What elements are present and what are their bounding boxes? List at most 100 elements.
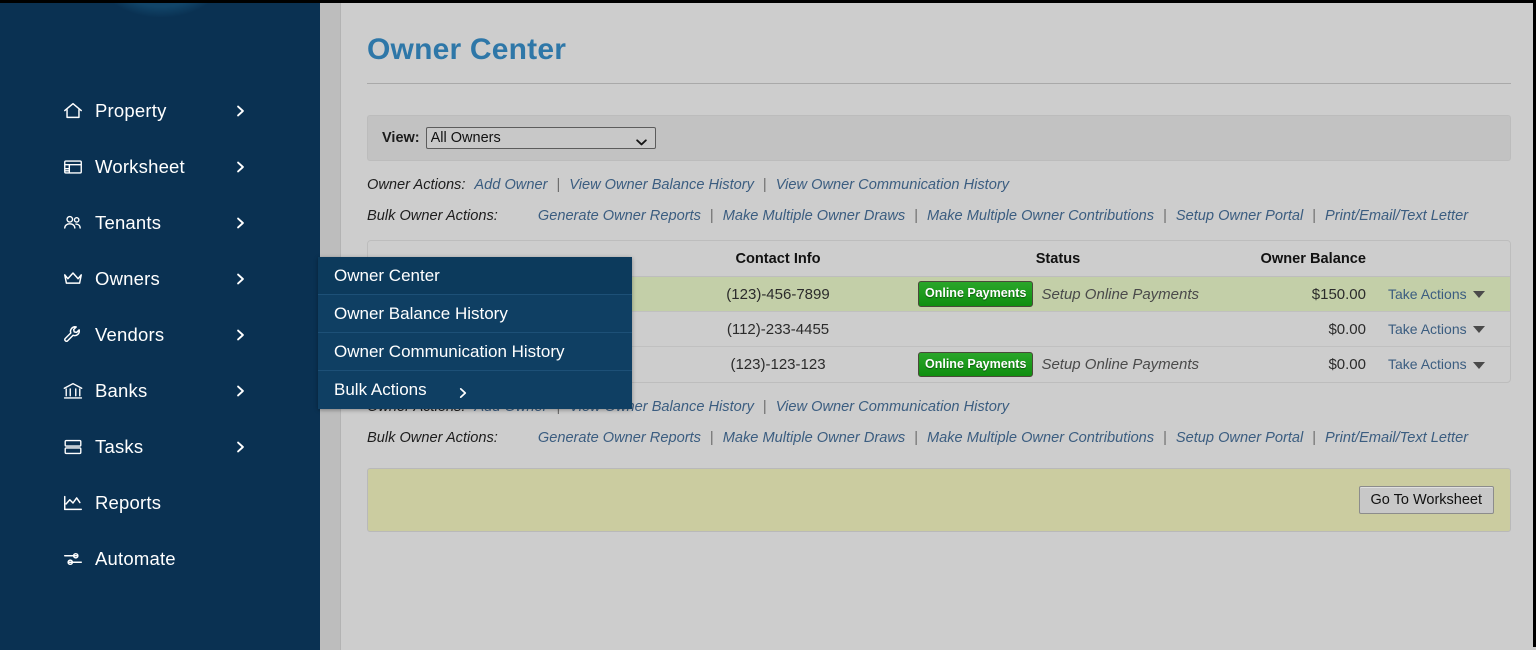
owner-status: Online Payments Setup Online Payments [908, 281, 1208, 307]
print-email-text-letter-link[interactable]: Print/Email/Text Letter [1325, 430, 1468, 446]
caret-down-icon [1473, 326, 1485, 333]
crown-icon [62, 268, 84, 290]
separator: | [710, 208, 714, 224]
bulk-owner-actions-row-top: Bulk Owner Actions: Generate Owner Repor… [367, 208, 1511, 224]
sidebar-item-property[interactable]: Property [0, 83, 320, 139]
generate-owner-reports-link[interactable]: Generate Owner Reports [538, 208, 701, 224]
owner-contact: (123)-123-123 [648, 356, 908, 373]
tasks-icon [62, 436, 84, 458]
view-owner-balance-history-link[interactable]: View Owner Balance History [569, 177, 754, 193]
generate-owner-reports-link[interactable]: Generate Owner Reports [538, 430, 701, 446]
chevron-right-icon [234, 161, 247, 174]
sidebar-item-tasks[interactable]: Tasks [0, 419, 320, 475]
make-multiple-owner-contributions-link[interactable]: Make Multiple Owner Contributions [927, 430, 1154, 446]
column-header-contact: Contact Info [648, 251, 908, 267]
sidebar-item-label: Tasks [95, 436, 143, 458]
sidebar-nav: Property Worksheet Tenants [0, 83, 320, 587]
chevron-right-icon [457, 384, 469, 396]
take-actions-label: Take Actions [1388, 321, 1467, 337]
owner-balance: $0.00 [1208, 356, 1380, 373]
view-label: View: [382, 130, 420, 146]
separator: | [1163, 208, 1167, 224]
sidebar-item-label: Vendors [95, 324, 164, 346]
view-select-wrapper: All Owners [426, 127, 656, 149]
owner-contact: (112)-233-4455 [648, 321, 908, 338]
column-header-balance: Owner Balance [1208, 251, 1380, 267]
online-payments-badge[interactable]: Online Payments [918, 352, 1033, 378]
sidebar-item-label: Tenants [95, 212, 161, 234]
online-payments-badge[interactable]: Online Payments [918, 281, 1033, 307]
sidebar-item-label: Automate [95, 548, 176, 570]
column-header-status: Status [908, 251, 1208, 267]
separator: | [1312, 430, 1316, 446]
owner-status: Online Payments Setup Online Payments [908, 352, 1208, 378]
make-multiple-owner-draws-link[interactable]: Make Multiple Owner Draws [723, 208, 905, 224]
sidebar-item-label: Worksheet [95, 156, 185, 178]
separator: | [556, 177, 560, 193]
make-multiple-owner-draws-link[interactable]: Make Multiple Owner Draws [723, 430, 905, 446]
wrench-icon [62, 324, 84, 346]
add-owner-link[interactable]: Add Owner [474, 177, 547, 193]
sidebar-item-owners[interactable]: Owners [0, 251, 320, 307]
bulk-owner-actions-label: Bulk Owner Actions: [367, 430, 498, 446]
view-owner-communication-history-link[interactable]: View Owner Communication History [776, 177, 1009, 193]
flyout-item-owner-balance-history[interactable]: Owner Balance History [318, 295, 632, 333]
flyout-item-label: Owner Balance History [334, 304, 508, 324]
sidebar-item-label: Banks [95, 380, 147, 402]
flyout-item-label: Owner Communication History [334, 342, 565, 362]
caret-down-icon [1473, 362, 1485, 369]
take-actions-dropdown[interactable]: Take Actions [1380, 286, 1510, 303]
sidebar-item-tenants[interactable]: Tenants [0, 195, 320, 251]
logo-arc-icon [96, 3, 226, 17]
sliders-icon [62, 548, 84, 570]
print-email-text-letter-link[interactable]: Print/Email/Text Letter [1325, 208, 1468, 224]
owner-balance: $0.00 [1208, 321, 1380, 338]
chevron-right-icon [234, 385, 247, 398]
owner-balance: $150.00 [1208, 286, 1380, 303]
app-window: Property Worksheet Tenants [0, 0, 1536, 647]
caret-down-icon [1473, 291, 1485, 298]
home-icon [62, 100, 84, 122]
setup-owner-portal-link[interactable]: Setup Owner Portal [1176, 208, 1303, 224]
status-text: Setup Online Payments [1041, 286, 1199, 303]
bank-icon [62, 380, 84, 402]
view-select[interactable]: All Owners [426, 127, 656, 149]
flyout-item-owner-center[interactable]: Owner Center [318, 257, 632, 295]
take-actions-dropdown[interactable]: Take Actions [1380, 356, 1510, 373]
sidebar-item-banks[interactable]: Banks [0, 363, 320, 419]
make-multiple-owner-contributions-link[interactable]: Make Multiple Owner Contributions [927, 208, 1154, 224]
flyout-item-bulk-actions[interactable]: Bulk Actions [318, 371, 632, 409]
separator: | [1312, 208, 1316, 224]
title-divider [367, 83, 1511, 84]
flyout-item-owner-communication-history[interactable]: Owner Communication History [318, 333, 632, 371]
bulk-owner-actions-row-bottom: Bulk Owner Actions: Generate Owner Repor… [367, 430, 1511, 446]
sidebar-item-worksheet[interactable]: Worksheet [0, 139, 320, 195]
page-title: Owner Center [367, 33, 1511, 67]
view-filter-bar: View: All Owners [367, 115, 1511, 161]
view-owner-communication-history-link[interactable]: View Owner Communication History [776, 399, 1009, 415]
setup-owner-portal-link[interactable]: Setup Owner Portal [1176, 430, 1303, 446]
go-to-worksheet-button[interactable]: Go To Worksheet [1359, 486, 1495, 514]
sidebar-item-label: Owners [95, 268, 160, 290]
take-actions-dropdown[interactable]: Take Actions [1380, 321, 1510, 338]
sidebar-item-reports[interactable]: Reports [0, 475, 320, 531]
sidebar-item-vendors[interactable]: Vendors [0, 307, 320, 363]
worksheet-icon [62, 156, 84, 178]
chevron-right-icon [234, 217, 247, 230]
separator: | [763, 399, 767, 415]
separator: | [914, 208, 918, 224]
owner-contact: (123)-456-7899 [648, 286, 908, 303]
chart-line-icon [62, 492, 84, 514]
separator: | [710, 430, 714, 446]
take-actions-label: Take Actions [1388, 286, 1467, 302]
flyout-item-label: Owner Center [334, 266, 440, 286]
chevron-right-icon [234, 273, 247, 286]
owner-actions-label: Owner Actions: [367, 177, 465, 193]
sidebar-item-automate[interactable]: Automate [0, 531, 320, 587]
take-actions-label: Take Actions [1388, 356, 1467, 372]
status-text: Setup Online Payments [1041, 356, 1199, 373]
chevron-right-icon [234, 105, 247, 118]
owners-flyout-menu: Owner Center Owner Balance History Owner… [318, 257, 632, 409]
chevron-right-icon [234, 441, 247, 454]
sidebar: Property Worksheet Tenants [0, 3, 320, 650]
